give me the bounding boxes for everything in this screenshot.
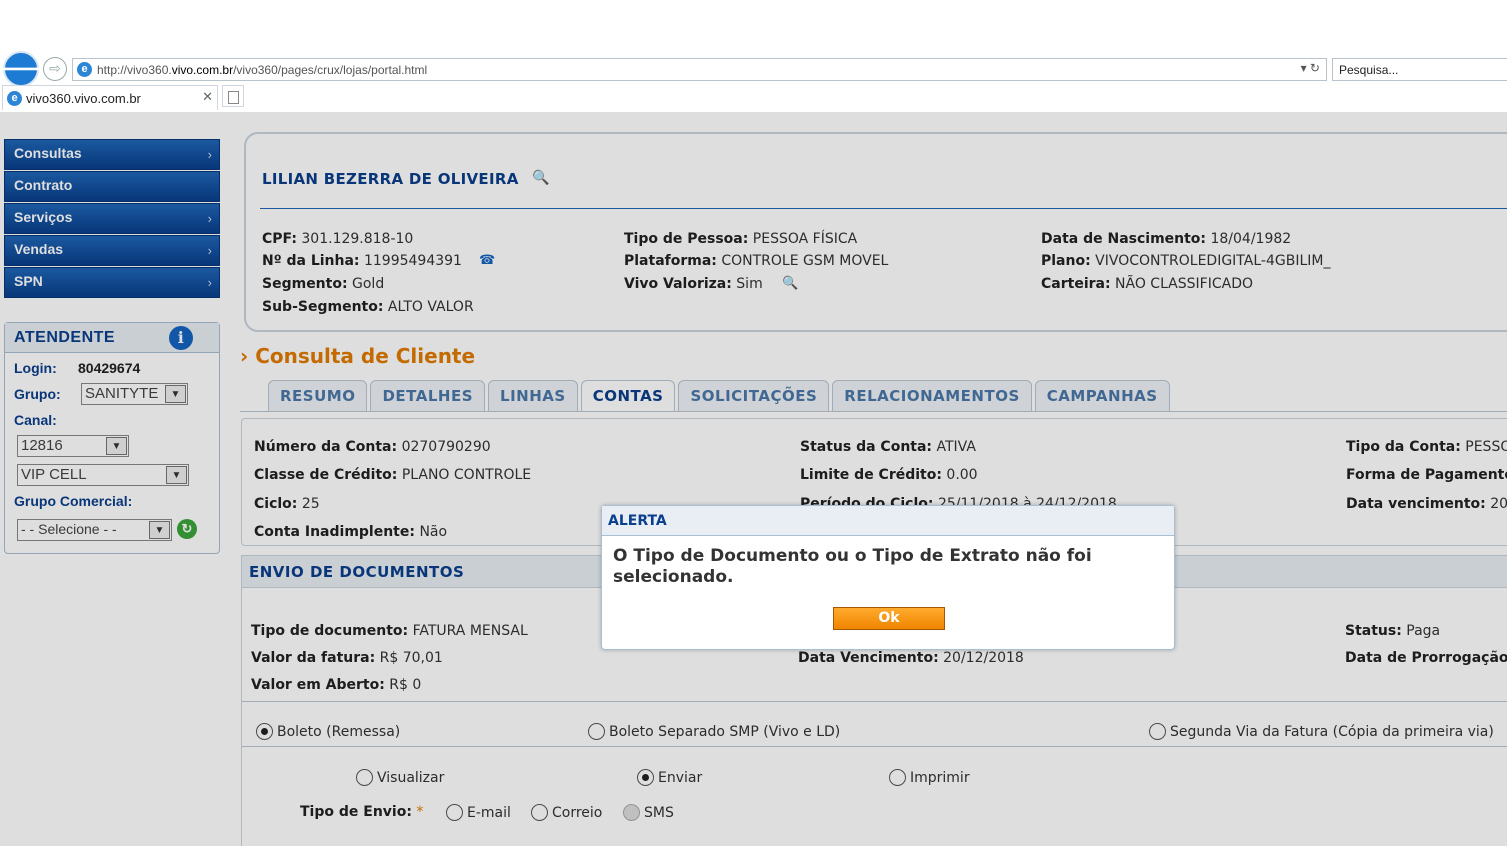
forward-button[interactable]: ⇨ [43, 57, 67, 81]
browser-tab[interactable]: e vivo360.vivo.com.br ✕ [2, 85, 218, 110]
back-button[interactable]: 🡐 [0, 51, 51, 87]
alert-title: ALERTA [602, 506, 1174, 536]
modal-overlay [0, 112, 1507, 846]
page-content: Consultas › Contrato Serviços › Vendas › SP… [0, 112, 1507, 846]
new-tab-button[interactable] [222, 85, 244, 107]
ie-icon: e [7, 90, 22, 106]
address-bar[interactable]: e http://vivo360. vivo.com.br/vivo360/pag… [72, 58, 1327, 81]
tab-title: vivo360.vivo.com.br [26, 90, 141, 106]
browser-chrome: 🡐 ⇨ e http://vivo360. vivo.com.br/vivo360… [0, 0, 1507, 112]
ok-button[interactable]: Ok [833, 607, 945, 630]
url-path: /vivo360/pages/crux/lojas/portal.html [233, 62, 428, 77]
url-domain: vivo.com.br [171, 62, 234, 77]
refresh-icon[interactable]: ▾ ↻ [1301, 61, 1320, 75]
alert-message: O Tipo de Documento ou o Tipo de Extrato… [613, 546, 1092, 587]
url-prefix: http://vivo360. [97, 62, 172, 77]
close-tab-icon[interactable]: ✕ [202, 89, 213, 105]
ie-icon: e [77, 62, 92, 77]
alert-dialog: ALERTA O Tipo de Documento ou o Tipo de … [601, 505, 1175, 650]
search-input[interactable]: Pesquisa... [1332, 58, 1507, 81]
